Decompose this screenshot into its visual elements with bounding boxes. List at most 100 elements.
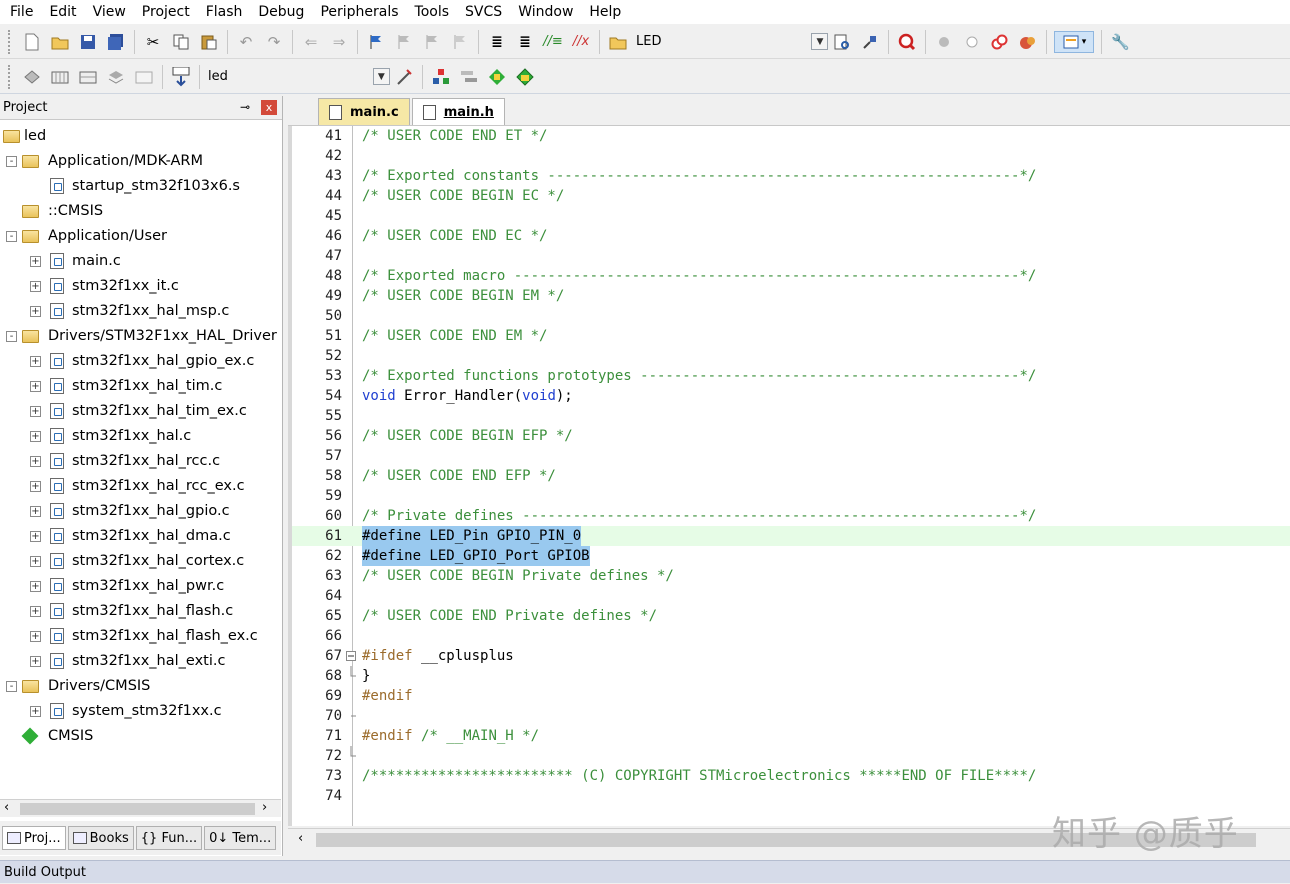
batch-build-icon[interactable] [105,66,127,88]
code-line[interactable]: 69 #endif [292,686,1290,706]
code-line[interactable]: 50 [292,306,1290,326]
code-line[interactable]: 65 /* USER CODE END Private defines */ [292,606,1290,626]
tree-item[interactable]: - Application/MDK-ARM [0,149,281,174]
tree-item[interactable]: led [0,124,281,149]
code-line[interactable]: 74 [292,786,1290,806]
kill-breakpoints-icon[interactable] [1017,31,1039,53]
clear-bookmarks-icon[interactable] [449,31,471,53]
code-line[interactable]: 49 /* USER CODE BEGIN EM */ [292,286,1290,306]
find-combo-dropdown[interactable]: ▼ [811,33,829,50]
code-line[interactable]: 58 /* USER CODE END EFP */ [292,466,1290,486]
tree-item[interactable]: - Drivers/CMSIS [0,674,281,699]
file-tab-main-h[interactable]: main.h [411,98,505,125]
toolbar-grip[interactable] [8,29,12,54]
menu-file[interactable]: File [2,1,41,23]
enable-breakpoint-icon[interactable] [961,31,983,53]
find-in-files-icon[interactable] [607,31,629,53]
scrollbar-thumb[interactable] [20,803,255,815]
menu-flash[interactable]: Flash [198,1,251,23]
manage-project-items-icon[interactable] [430,66,452,88]
tree-item[interactable]: ::CMSIS [0,199,281,224]
code-line[interactable]: 43 /* Exported constants ----------------… [292,166,1290,186]
code-line[interactable]: 55 [292,406,1290,426]
collapse-icon[interactable]: - [6,681,17,692]
code-line[interactable]: 46 /* USER CODE END EC */ [292,226,1290,246]
code-line[interactable]: 68} [292,666,1290,686]
tree-item[interactable]: + stm32f1xx_hal_gpio_ex.c [0,349,281,374]
code-line[interactable]: 52 [292,346,1290,366]
code-line[interactable]: 59 [292,486,1290,506]
chevron-down-icon[interactable]: ▼ [372,68,390,85]
tree-item[interactable]: + stm32f1xx_hal_gpio.c [0,499,281,524]
tree-item[interactable]: + stm32f1xx_hal_exti.c [0,649,281,674]
find-icon[interactable] [859,31,881,53]
menu-peripherals[interactable]: Peripherals [312,1,406,23]
tree-item[interactable]: + stm32f1xx_hal_msp.c [0,299,281,324]
panel-tab-2[interactable]: {} Fun... [135,826,203,850]
code-line[interactable]: 71 #endif /* __MAIN_H */ [292,726,1290,746]
code-line[interactable]: 66 [292,626,1290,646]
code-line[interactable]: 70 [292,706,1290,726]
incremental-find-icon[interactable] [831,31,853,53]
panel-tab-3[interactable]: 0↓ Tem... [204,826,277,850]
redo-icon[interactable]: ↷ [263,31,285,53]
cut-icon[interactable]: ✂ [142,31,164,53]
tree-item[interactable]: + stm32f1xx_hal_cortex.c [0,549,281,574]
window-layout-icon[interactable]: ▾ [1054,30,1095,53]
code-line[interactable]: 53 /* Exported functions prototypes -----… [292,366,1290,386]
tree-item[interactable]: + system_stm32f1xx.c [0,699,281,724]
code-line[interactable]: 61 #define LED_Pin GPIO_PIN_0 [292,526,1290,546]
tree-item[interactable]: + stm32f1xx_hal.c [0,424,281,449]
menu-window[interactable]: Window [510,1,581,23]
navigate-forward-icon[interactable]: ⇒ [328,31,350,53]
manage-runtime-environment-icon[interactable] [486,66,508,88]
expand-icon[interactable]: + [30,706,41,717]
collapse-icon[interactable]: - [6,231,17,242]
code-line[interactable]: 64 [292,586,1290,606]
tree-item[interactable]: - Application/User [0,224,281,249]
build-icon[interactable] [49,66,71,88]
tree-item[interactable]: startup_stm32f103x6.s [0,174,281,199]
download-icon[interactable] [170,66,192,88]
pin-icon[interactable]: ⊸ [240,100,250,114]
toolbar-grip[interactable] [8,64,12,89]
tree-item[interactable]: + stm32f1xx_hal_flash.c [0,599,281,624]
tree-item[interactable]: - Drivers/STM32F1xx_HAL_Driver [0,324,281,349]
code-line[interactable]: 62 #define LED_GPIO_Port GPIOB [292,546,1290,566]
find-combo-value[interactable]: LED [636,34,661,49]
menu-edit[interactable]: Edit [41,1,84,23]
save-icon[interactable] [77,31,99,53]
menu-tools[interactable]: Tools [407,1,458,23]
expand-icon[interactable]: + [30,456,41,467]
panel-tab-1[interactable]: Books [67,826,134,850]
project-horizontal-scrollbar[interactable]: ‹ › [0,799,281,817]
prev-bookmark-icon[interactable] [393,31,415,53]
expand-icon[interactable]: + [30,656,41,667]
save-all-icon[interactable] [105,31,127,53]
insert-breakpoint-icon[interactable] [933,31,955,53]
code-line[interactable]: 67 #ifdef __cplusplus [292,646,1290,666]
tree-item[interactable]: + stm32f1xx_it.c [0,274,281,299]
pack-installer-icon[interactable] [514,66,536,88]
collapse-icon[interactable]: - [6,331,17,342]
paste-icon[interactable] [198,31,220,53]
uncomment-icon[interactable]: //x [570,31,592,53]
copy-icon[interactable] [170,31,192,53]
expand-icon[interactable]: + [30,556,41,567]
code-line[interactable]: 42 [292,146,1290,166]
fold-collapse-icon[interactable] [346,646,356,666]
tree-item[interactable]: + stm32f1xx_hal_tim_ex.c [0,399,281,424]
tree-item[interactable]: + stm32f1xx_hal_pwr.c [0,574,281,599]
collapse-icon[interactable]: - [6,156,17,167]
undo-icon[interactable]: ↶ [235,31,257,53]
scroll-right-icon[interactable]: › [262,800,267,815]
code-line[interactable]: 45 [292,206,1290,226]
code-line[interactable]: 72 [292,746,1290,766]
navigate-back-icon[interactable]: ⇐ [300,31,322,53]
tree-item[interactable]: + stm32f1xx_hal_dma.c [0,524,281,549]
expand-icon[interactable]: + [30,481,41,492]
debug-session-icon[interactable] [896,31,918,53]
unindent-icon[interactable]: ≣ [514,31,536,53]
expand-icon[interactable]: + [30,406,41,417]
expand-icon[interactable]: + [30,581,41,592]
